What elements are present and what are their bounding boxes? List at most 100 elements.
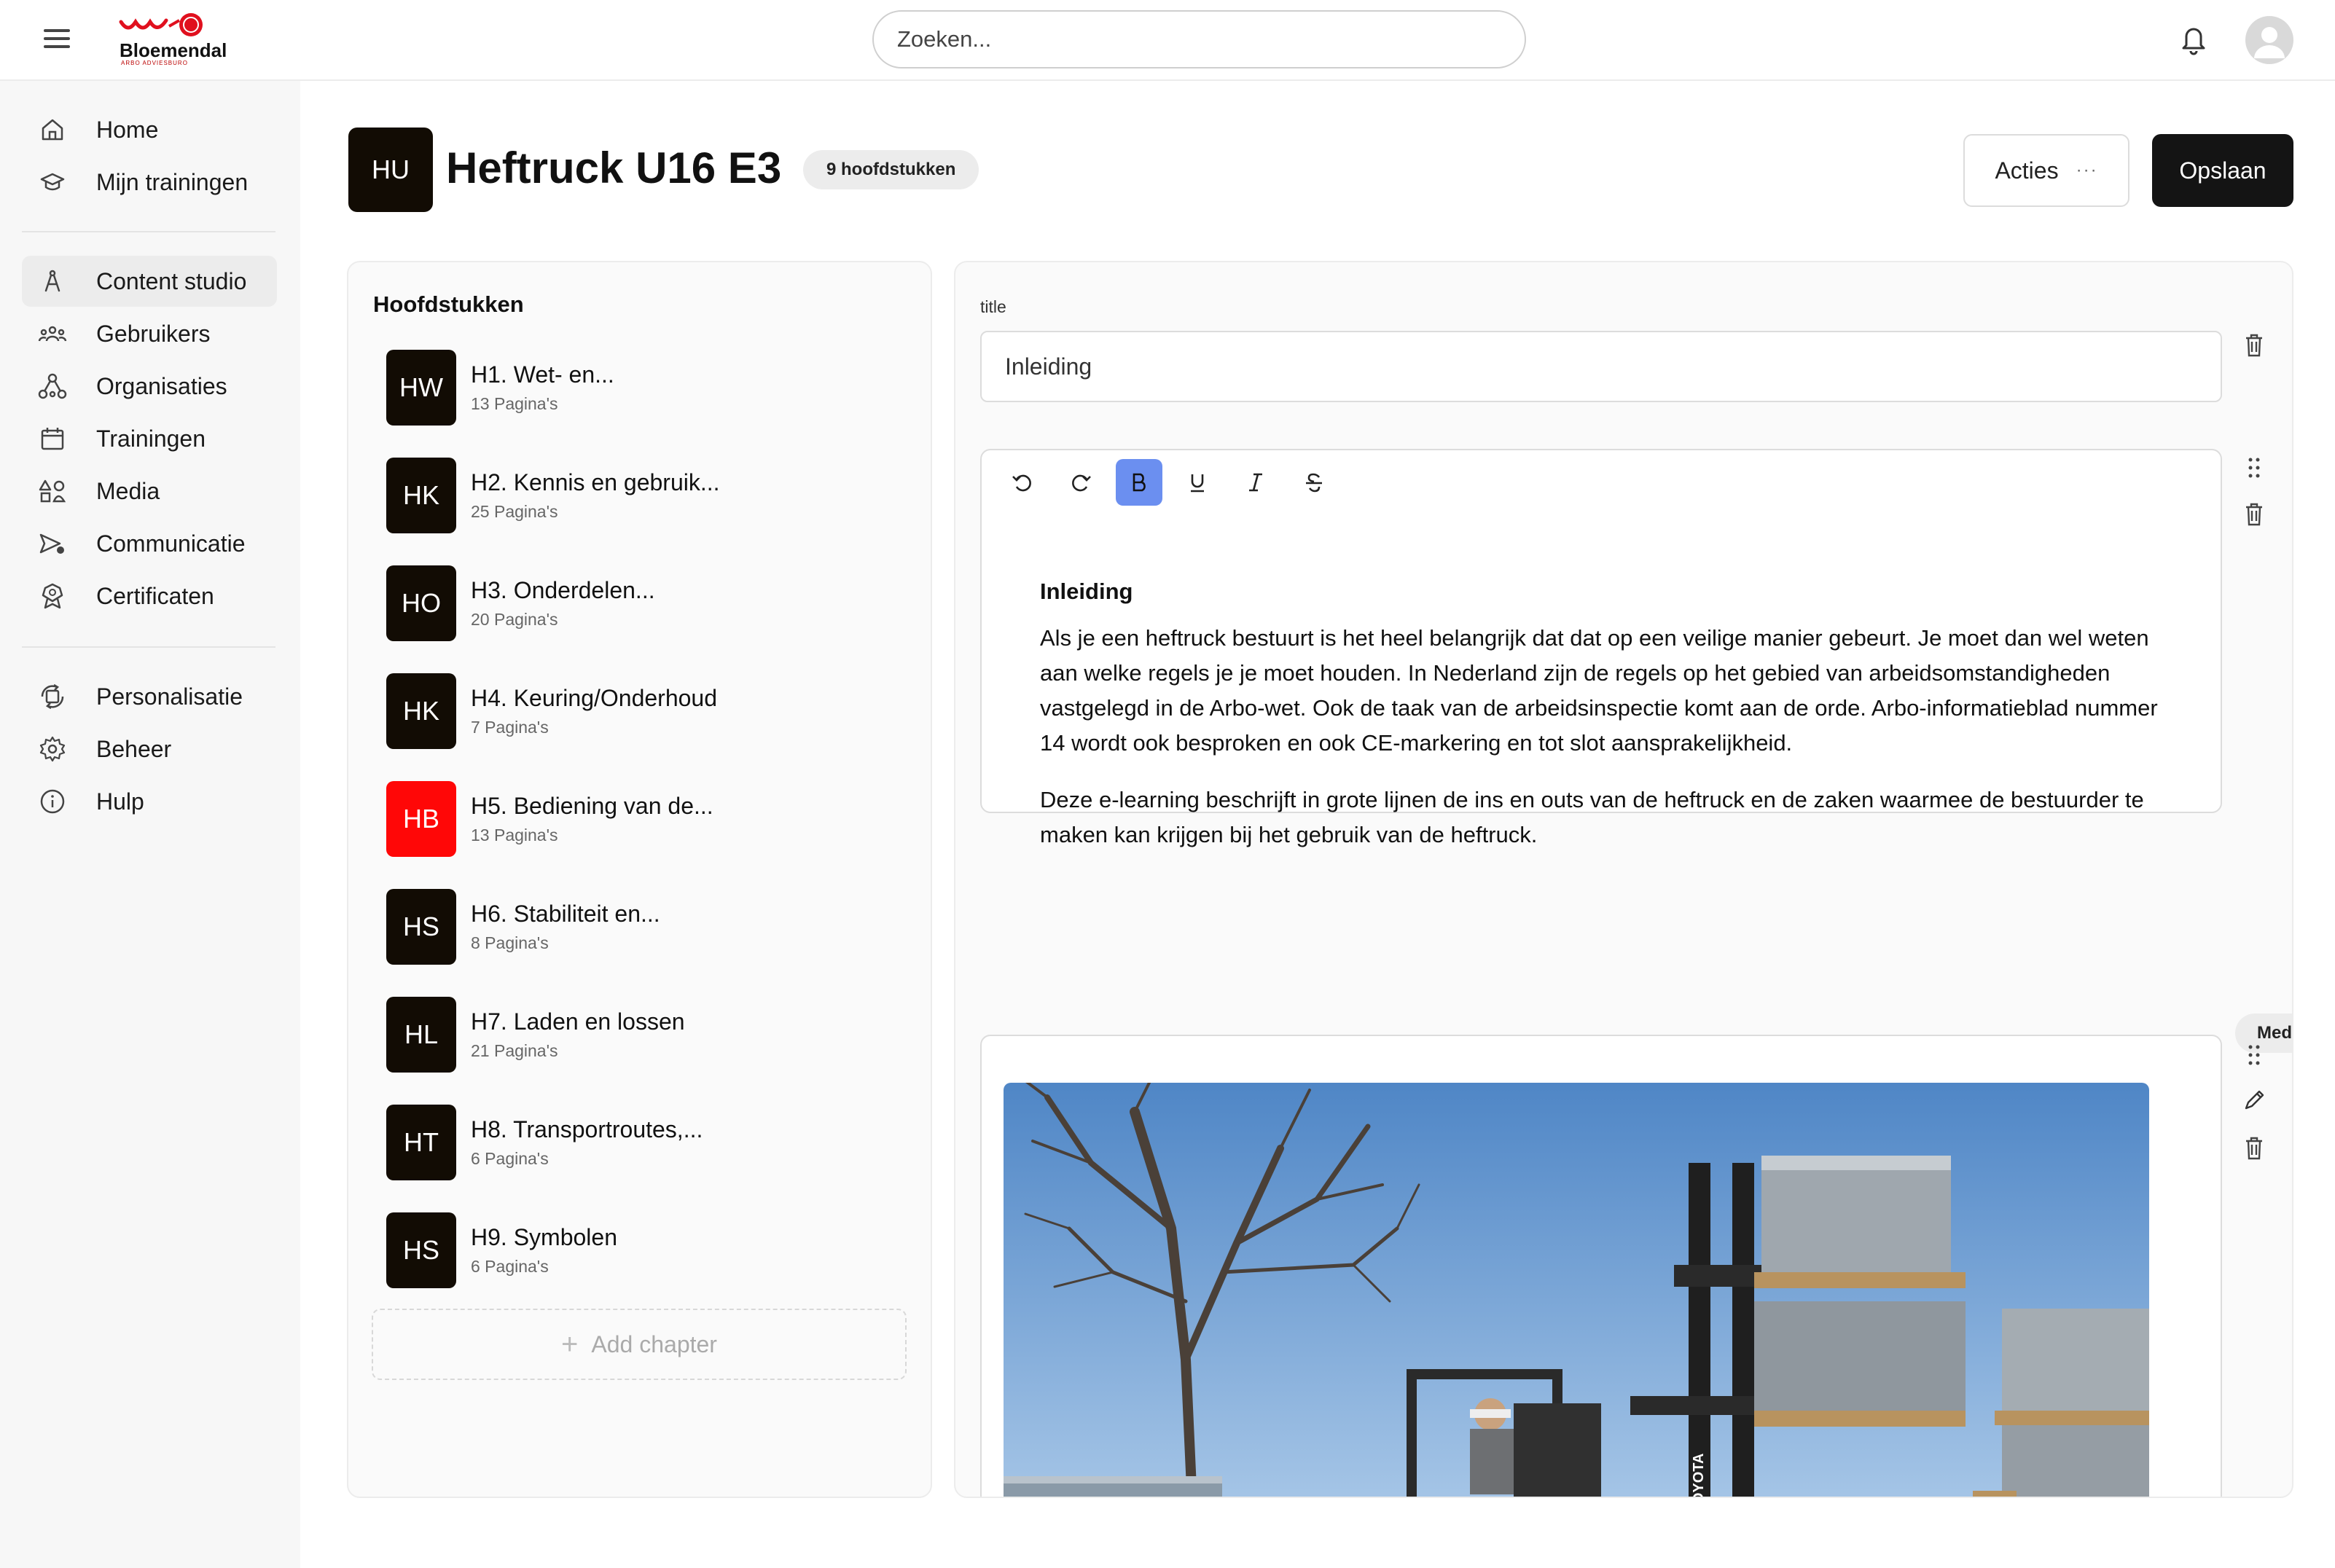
chapters-title: Hoofdstukken — [373, 291, 524, 317]
trash-icon[interactable] — [2241, 500, 2267, 529]
chapter-item[interactable]: HK H4. Keuring/Onderhoud 7 Pagina's — [386, 673, 896, 749]
chapter-avatar: HB — [386, 781, 456, 857]
chapter-title: H4. Keuring/Onderhoud — [471, 685, 717, 711]
bell-icon[interactable] — [2179, 23, 2208, 55]
editor-content[interactable]: Inleiding Als je een heftruck bestuurt i… — [1040, 574, 2162, 874]
trash-icon[interactable] — [2241, 1134, 2267, 1163]
chapter-title: H9. Symbolen — [471, 1224, 617, 1250]
chapter-page-count: 20 Pagina's — [471, 610, 558, 629]
sidebar-item-gebruikers[interactable]: Gebruikers — [22, 308, 277, 359]
chapter-avatar: HT — [386, 1105, 456, 1180]
sidebar-item-label: Communicatie — [96, 530, 246, 557]
sidebar-item-personalisatie[interactable]: Personalisatie — [22, 671, 277, 722]
award-icon — [36, 580, 69, 612]
strikethrough-icon[interactable] — [1291, 459, 1337, 506]
chapter-avatar: HW — [386, 350, 456, 426]
redo-icon[interactable] — [1057, 459, 1104, 506]
sidebar-item-hulp[interactable]: Hulp — [22, 776, 277, 827]
add-chapter-label: Add chapter — [591, 1330, 717, 1357]
gear-icon — [36, 733, 69, 765]
trash-icon[interactable] — [2241, 331, 2267, 360]
undo-icon[interactable] — [999, 459, 1046, 506]
chapter-page-count: 6 Pagina's — [471, 1149, 549, 1168]
chapter-page-count: 13 Pagina's — [471, 826, 558, 844]
chapter-avatar: HS — [386, 1212, 456, 1288]
sidebar-item-certificaten[interactable]: Certificaten — [22, 571, 277, 622]
shapes-icon — [36, 475, 69, 507]
network-icon — [36, 370, 69, 402]
chapter-page-count: 13 Pagina's — [471, 394, 558, 413]
forklift-brand-text: TOYOTA — [1691, 1454, 1707, 1498]
sidebar-item-label: Organisaties — [96, 372, 227, 399]
editor-toolbar — [999, 459, 1337, 506]
logo[interactable]: Bloemendal ARBO ADVIESBURO — [118, 12, 235, 66]
chapter-avatar: HL — [386, 997, 456, 1073]
sidebar-item-label: Media — [96, 477, 160, 504]
top-bar: Bloemendal ARBO ADVIESBURO — [0, 0, 2335, 81]
chapter-item[interactable]: HT H8. Transportroutes,... 6 Pagina's — [386, 1105, 896, 1180]
chapter-item[interactable]: HL H7. Laden en lossen 21 Pagina's — [386, 997, 896, 1073]
sidebar-divider — [22, 231, 275, 232]
content-paragraph: Deze e-learning beschrijft in grote lijn… — [1040, 787, 2144, 847]
personalize-icon — [36, 681, 69, 713]
actions-button[interactable]: Acties ··· — [1963, 134, 2129, 207]
chapter-title: H3. Onderdelen... — [471, 577, 655, 603]
chapter-item[interactable]: HB H5. Bediening van de... 13 Pagina's — [386, 781, 896, 857]
chapter-page-count: 25 Pagina's — [471, 502, 558, 521]
users-icon — [36, 318, 69, 350]
chapter-item[interactable]: HO H3. Onderdelen... 20 Pagina's — [386, 565, 896, 641]
sidebar-item-mijn-trainingen[interactable]: Mijn trainingen — [22, 157, 277, 208]
more-horizontal-icon: ··· — [2076, 160, 2098, 180]
sidebar-item-label: Certificaten — [96, 582, 214, 609]
sidebar-item-content-studio[interactable]: Content studio — [22, 256, 277, 307]
chapter-page-count: 7 Pagina's — [471, 718, 549, 737]
bold-icon[interactable] — [1116, 459, 1162, 506]
forklift-image: TOYOTA — [1004, 1083, 2149, 1498]
menu-icon[interactable] — [42, 26, 71, 51]
chapter-page-count: 8 Pagina's — [471, 933, 549, 952]
title-field[interactable] — [980, 331, 2222, 402]
content-heading: Inleiding — [1040, 579, 1133, 604]
sidebar-item-home[interactable]: Home — [22, 104, 277, 155]
search-input[interactable] — [872, 10, 1526, 68]
sidebar-item-trainingen[interactable]: Trainingen — [22, 413, 277, 464]
sidebar-item-media[interactable]: Media — [22, 466, 277, 517]
chapter-title: H7. Laden en lossen — [471, 1008, 685, 1035]
sidebar-item-label: Mijn trainingen — [96, 168, 249, 195]
actions-label: Acties — [1995, 157, 2059, 184]
plus-icon: + — [561, 1328, 579, 1360]
italic-icon[interactable] — [1232, 459, 1279, 506]
chapter-item[interactable]: HK H2. Kennis en gebruik... 25 Pagina's — [386, 458, 896, 533]
editor-panel: title Inleiding Als je een heftruck best… — [954, 261, 2293, 1498]
chapter-item[interactable]: HS H6. Stabiliteit en... 8 Pagina's — [386, 889, 896, 965]
home-icon — [36, 114, 69, 146]
drag-handle-icon[interactable] — [2241, 1040, 2267, 1070]
chapter-title: H8. Transportroutes,... — [471, 1116, 703, 1142]
field-label: title — [980, 297, 1006, 316]
rich-text-editor[interactable]: Inleiding Als je een heftruck bestuurt i… — [980, 449, 2222, 847]
sidebar: Home Mijn trainingen Content studio Gebr… — [0, 81, 300, 1568]
graduation-cap-icon — [36, 166, 69, 198]
send-icon — [36, 528, 69, 560]
drag-handle-icon[interactable] — [2241, 453, 2267, 482]
sidebar-item-communicatie[interactable]: Communicatie — [22, 518, 277, 569]
chapter-item[interactable]: HS H9. Symbolen 6 Pagina's — [386, 1212, 896, 1288]
sidebar-item-organisaties[interactable]: Organisaties — [22, 361, 277, 412]
sidebar-item-label: Trainingen — [96, 425, 206, 452]
logo-subtext: ARBO ADVIESBURO — [121, 60, 188, 66]
chapter-page-count: 6 Pagina's — [471, 1257, 549, 1276]
chapter-title: H1. Wet- en... — [471, 361, 614, 388]
add-chapter-button[interactable]: + Add chapter — [372, 1309, 907, 1380]
compass-icon — [36, 265, 69, 297]
user-avatar-icon[interactable] — [2245, 16, 2293, 64]
underline-icon[interactable] — [1174, 459, 1221, 506]
save-button[interactable]: Opslaan — [2152, 134, 2293, 207]
content-paragraph: Als je een heftruck bestuurt is het heel… — [1040, 625, 2158, 756]
pencil-icon[interactable] — [2241, 1086, 2267, 1115]
chapter-item[interactable]: HW H1. Wet- en... 13 Pagina's — [386, 350, 896, 426]
sidebar-divider — [22, 646, 275, 648]
sidebar-item-beheer[interactable]: Beheer — [22, 724, 277, 775]
page-title: Heftruck U16 E3 — [446, 144, 782, 192]
sidebar-item-label: Home — [96, 116, 159, 143]
chapter-avatar: HK — [386, 673, 456, 749]
